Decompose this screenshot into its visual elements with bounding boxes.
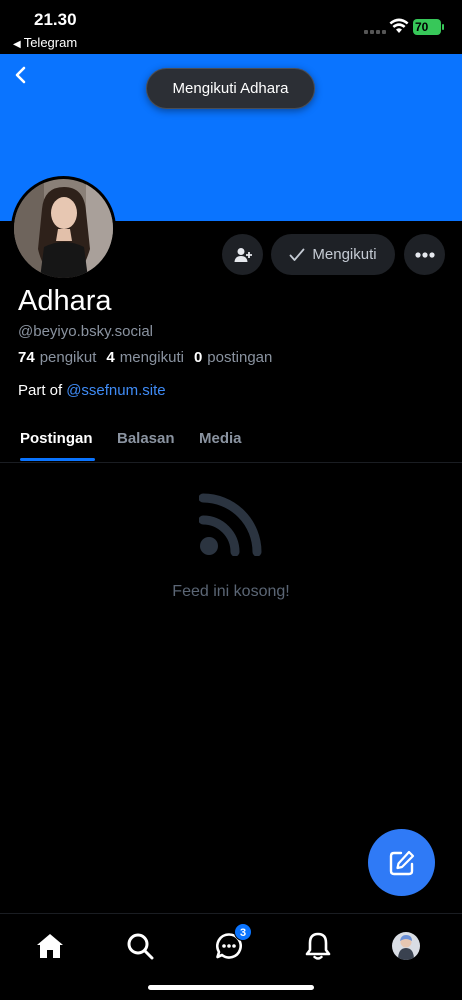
wifi-icon: [389, 18, 409, 33]
nav-search[interactable]: [125, 931, 155, 961]
compose-icon: [389, 850, 414, 875]
following-stat[interactable]: 4 mengikuti: [106, 349, 184, 366]
status-bar: 21.30 ◀ Telegram 70: [0, 0, 462, 54]
followers-label: pengikut: [39, 349, 97, 366]
profile-avatar[interactable]: [11, 176, 116, 281]
display-name: Adhara: [18, 285, 112, 317]
tab-postingan[interactable]: Postingan: [20, 430, 93, 447]
part-of-label: Part of: [18, 382, 63, 399]
profile-avatar-small: [392, 932, 420, 960]
posts-stat: 0 postingan: [194, 349, 272, 366]
profile-stats: 74 pengikut 4 mengikuti 0 postingan: [18, 349, 272, 366]
following-button-label: Mengikuti: [312, 246, 377, 263]
add-user-button[interactable]: [222, 234, 263, 275]
tab-balasan[interactable]: Balasan: [117, 430, 175, 447]
active-tab-indicator: [20, 458, 95, 461]
battery-level: 70: [415, 20, 429, 34]
status-time: 21.30: [34, 10, 77, 29]
nav-home[interactable]: [35, 931, 65, 961]
home-icon: [37, 934, 63, 958]
nav-messages[interactable]: 3: [214, 923, 252, 961]
battery-indicator: 70: [413, 19, 444, 35]
posts-count: 0: [193, 349, 203, 366]
avatar-image: [14, 179, 113, 278]
following-label: mengikuti: [119, 349, 184, 366]
bell-icon: [305, 932, 331, 960]
home-indicator: [148, 985, 314, 990]
more-options-button[interactable]: [404, 234, 445, 275]
search-icon: [127, 933, 154, 960]
person-plus-icon: [234, 247, 252, 262]
profile-tabs: Postingan Balasan Media: [0, 418, 462, 463]
back-app-label: Telegram: [23, 35, 78, 50]
checkmark-icon: [289, 248, 305, 261]
posts-label: postingan: [207, 349, 273, 366]
compose-post-button[interactable]: [368, 829, 435, 896]
part-of-line: Part of @ssefnum.site: [18, 382, 166, 399]
part-of-link[interactable]: @ssefnum.site: [66, 382, 165, 399]
rss-icon: [199, 493, 262, 556]
back-triangle-icon: ◀: [13, 39, 21, 50]
cellular-signal-icon: [364, 30, 386, 34]
nav-profile[interactable]: [391, 931, 421, 961]
nav-notifications[interactable]: [303, 931, 333, 961]
followers-stat[interactable]: 74 pengikut: [18, 349, 96, 366]
profile-handle: @beyiyo.bsky.social: [18, 323, 153, 340]
ellipsis-icon: [414, 251, 435, 258]
tab-media[interactable]: Media: [199, 430, 242, 447]
following-button[interactable]: Mengikuti: [271, 234, 395, 275]
messages-badge: 3: [234, 923, 252, 941]
feed-empty-message: Feed ini kosong!: [172, 583, 290, 600]
following-count: 4: [106, 349, 115, 366]
back-chevron-icon[interactable]: [14, 66, 28, 84]
followers-count: 74: [18, 349, 35, 366]
back-to-app-link[interactable]: ◀ Telegram: [13, 35, 77, 50]
follow-toast: Mengikuti Adhara: [146, 68, 315, 109]
